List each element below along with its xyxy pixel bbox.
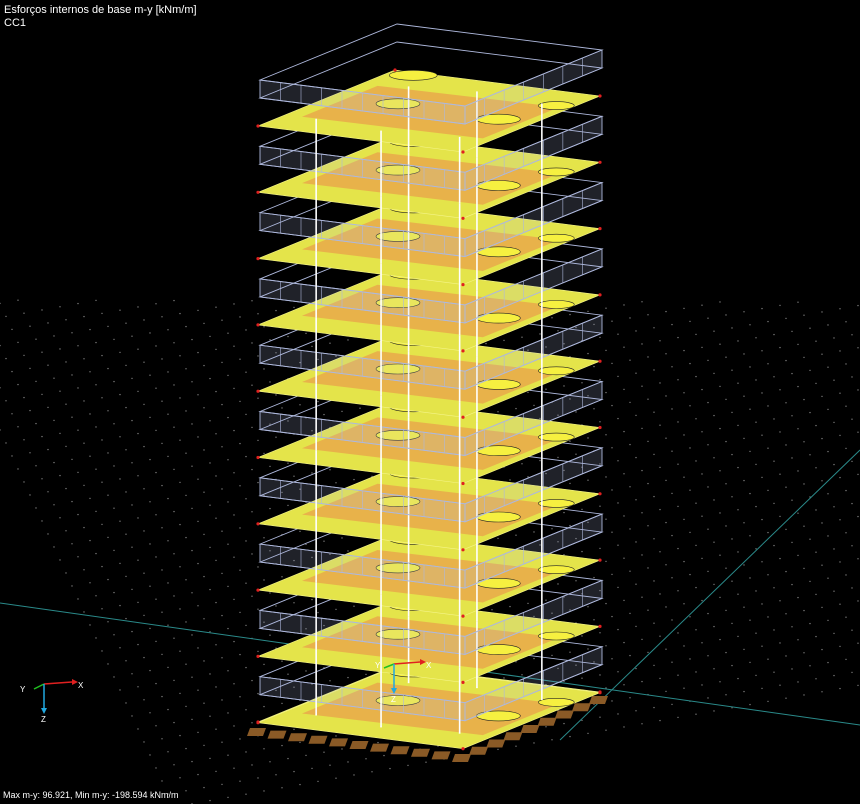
- support-block: [503, 732, 523, 741]
- result-extremes-status: Max m-y: 96.921, Min m-y: -198.594 kNm/m: [3, 790, 179, 800]
- support-block: [349, 741, 369, 749]
- model-viewport[interactable]: X Y Z X Y Z Esforços internos de base m-…: [0, 0, 860, 804]
- load-case-label: CC1: [4, 17, 27, 29]
- node-marker: [598, 160, 602, 164]
- node-marker: [598, 293, 602, 297]
- result-title: Esforços internos de base m-y [kNm/m]: [4, 4, 197, 16]
- local-axis-z-label: Z: [391, 695, 396, 704]
- support-block: [431, 751, 451, 760]
- node-marker: [461, 614, 465, 618]
- local-axis-x-label: X: [426, 661, 432, 670]
- support-block: [537, 717, 557, 726]
- node-marker: [256, 654, 260, 659]
- support-block: [554, 710, 574, 719]
- support-block: [520, 725, 540, 733]
- support-block: [370, 743, 389, 752]
- node-marker: [461, 680, 465, 685]
- node-marker: [598, 227, 602, 231]
- node-marker: [461, 216, 465, 220]
- node-marker: [461, 415, 465, 419]
- moment-peak-contour: [537, 167, 575, 177]
- moment-peak-contour: [537, 565, 575, 575]
- support-block: [308, 735, 328, 744]
- support-block: [571, 703, 591, 712]
- node-marker: [256, 124, 260, 128]
- node-marker: [461, 747, 465, 751]
- node-marker: [256, 323, 260, 327]
- moment-peak-contour: [388, 70, 438, 81]
- axis-y-label: Y: [20, 685, 26, 694]
- support-block: [486, 739, 506, 748]
- moment-peak-contour: [537, 366, 575, 376]
- node-marker: [393, 68, 397, 72]
- structure-3d-view[interactable]: X Y Z X Y Z: [0, 0, 860, 804]
- node-marker: [598, 558, 602, 562]
- node-marker: [256, 721, 260, 725]
- moment-peak-contour: [537, 697, 575, 707]
- node-marker: [461, 548, 465, 552]
- node-marker: [598, 492, 602, 496]
- node-marker: [598, 624, 602, 629]
- node-marker: [256, 257, 260, 261]
- node-marker: [256, 455, 260, 460]
- node-marker: [461, 349, 465, 353]
- axis-z-label: Z: [41, 715, 46, 724]
- support-block: [411, 748, 430, 757]
- support-block: [329, 738, 348, 747]
- support-block: [288, 733, 307, 742]
- node-marker: [256, 389, 260, 393]
- local-axis-y-label: Y: [375, 661, 381, 670]
- support-block: [452, 754, 471, 762]
- moment-peak-contour: [537, 300, 575, 309]
- moment-peak-contour: [537, 101, 575, 110]
- node-marker: [461, 481, 465, 486]
- node-marker: [598, 94, 602, 98]
- axis-x-label: X: [78, 681, 84, 690]
- node-marker: [461, 150, 465, 154]
- node-marker: [256, 588, 260, 592]
- storeys: [256, 23, 604, 751]
- global-axis-triad: X Y Z: [20, 679, 84, 724]
- node-marker: [598, 425, 602, 430]
- moment-peak-contour: [537, 233, 575, 243]
- node-marker: [256, 522, 260, 526]
- node-marker: [256, 190, 260, 194]
- node-marker: [598, 359, 602, 363]
- support-block: [589, 696, 608, 704]
- moment-peak-contour: [537, 499, 575, 508]
- moment-peak-contour: [537, 432, 575, 442]
- moment-peak-contour: [537, 631, 575, 641]
- support-block: [469, 746, 489, 755]
- support-block: [390, 746, 410, 755]
- node-marker: [461, 283, 465, 287]
- support-block: [267, 730, 287, 739]
- node-marker: [598, 691, 602, 695]
- support-block: [247, 728, 266, 736]
